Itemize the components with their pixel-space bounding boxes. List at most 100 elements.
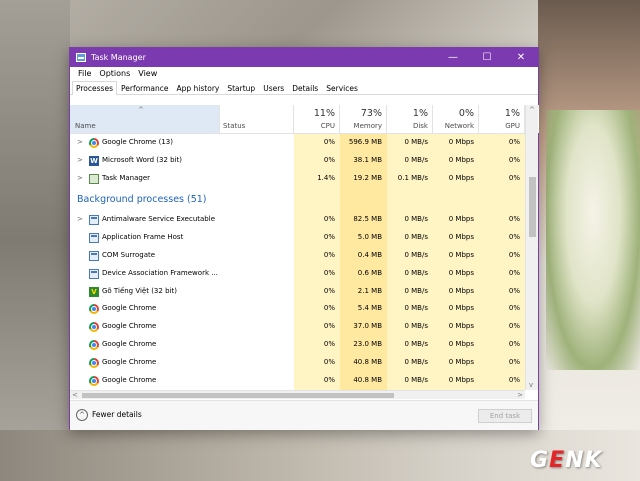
process-name-cell: > Antimalware Service Executable [70, 211, 220, 229]
task-manager-icon [89, 173, 99, 184]
expand-chevron-icon[interactable]: > [77, 152, 83, 170]
process-gpu-cell: 0% [508, 268, 520, 277]
process-name: Google Chrome [102, 304, 157, 313]
tab-performance[interactable]: Performance [117, 81, 173, 94]
process-disk-cell: 0 MB/s [404, 286, 428, 295]
tab-users[interactable]: Users [259, 81, 288, 94]
scroll-right-icon[interactable]: > [517, 391, 523, 400]
process-memory-cell: 38.1 MB [353, 155, 382, 164]
process-row[interactable]: > Google Chrome (13) 0% 596.9 MB 0 MB/s 0 Mbp… [70, 134, 525, 152]
status-column-header[interactable]: Status [220, 105, 294, 133]
menu-file[interactable]: File [74, 69, 95, 78]
process-row[interactable]: V Gõ Tiếng Việt (32 bit) 0% 2.1 MB 0 MB/s 0 M… [70, 283, 525, 301]
scroll-left-icon[interactable]: < [72, 391, 78, 400]
process-disk-cell: 0 MB/s [404, 251, 428, 259]
process-row[interactable]: Google Chrome 0% 37.0 MB 0 MB/s 0 Mbps 0% [70, 318, 525, 336]
process-name: Google Chrome [102, 322, 157, 331]
vertical-scroll-thumb[interactable] [529, 177, 536, 237]
process-name-cell: > W Microsoft Word (32 bit) [70, 152, 220, 170]
process-cpu-cell: 0% [323, 286, 335, 295]
process-cpu-cell: 0% [323, 155, 335, 164]
expand-chevron-icon[interactable]: > [77, 170, 83, 188]
process-gpu-cell: 0% [508, 322, 520, 331]
process-network-cell: 0 Mbps [448, 173, 474, 182]
chevron-up-circle-icon[interactable]: ^ [76, 409, 88, 421]
title-bar[interactable]: Task Manager — ☐ ✕ [70, 48, 538, 67]
menu-view[interactable]: View [134, 69, 161, 78]
process-cpu-cell: 0% [323, 357, 335, 366]
window-title: Task Manager [91, 53, 146, 62]
process-disk-cell: 0 MB/s [404, 155, 428, 164]
vertical-scrollbar[interactable]: ^ v [525, 105, 538, 390]
cpu-column-header[interactable]: 11% CPU [294, 105, 340, 133]
process-cpu-cell: 1.4% [317, 173, 335, 182]
process-name-cell: Application Frame Host [70, 229, 220, 247]
process-row[interactable]: Google Chrome 0% 5.4 MB 0 MB/s 0 Mbps 0% [70, 300, 525, 318]
process-row[interactable]: COM Surrogate 0% 0.4 MB 0 MB/s 0 Mbps 0% [70, 247, 525, 265]
process-memory-cell: 0.6 MB [357, 268, 382, 277]
process-name: Antimalware Service Executable [102, 215, 216, 224]
menu-bar: File Options View [70, 67, 538, 80]
network-column-header[interactable]: 0% Network [433, 105, 479, 133]
minimize-button[interactable]: — [436, 48, 470, 67]
process-name-cell: Google Chrome [70, 300, 220, 318]
process-name: Task Manager [102, 173, 151, 182]
process-memory-cell: 0.4 MB [357, 251, 382, 259]
process-row[interactable]: Google Chrome 0% 23.0 MB 0 MB/s 0 Mbps 0% [70, 336, 525, 354]
process-network-cell: 0 Mbps [448, 251, 474, 259]
horizontal-scrollbar[interactable]: < > [70, 390, 525, 399]
tab-startup[interactable]: Startup [223, 81, 259, 94]
sort-up-icon: ^ [138, 106, 144, 114]
process-network-cell: 0 Mbps [448, 138, 474, 146]
tab-services[interactable]: Services [322, 81, 362, 94]
process-name: Application Frame Host [102, 233, 184, 242]
process-disk-cell: 0 MB/s [404, 268, 428, 277]
process-gpu-cell: 0% [508, 233, 520, 242]
name-column-header[interactable]: ^ Name [70, 105, 220, 133]
process-disk-cell: 0.1 MB/s [397, 173, 428, 182]
process-disk-cell: 0 MB/s [404, 340, 428, 348]
process-row[interactable]: > Antimalware Service Executable 0% 82.5 MB… [70, 211, 525, 229]
chrome-icon [89, 357, 99, 368]
expand-chevron-icon[interactable]: > [77, 134, 83, 152]
wallpaper-left [0, 0, 70, 481]
disk-column-header[interactable]: 1% Disk [387, 105, 433, 133]
process-name-cell: Google Chrome [70, 372, 220, 390]
maximize-button[interactable]: ☐ [470, 48, 504, 67]
process-row[interactable]: > Task Manager 1.4% 19.2 MB 0.1 MB/s 0 Mbps 0% [70, 170, 525, 188]
process-memory-cell: 37.0 MB [353, 322, 382, 331]
gpu-column-header[interactable]: 1% GPU [479, 105, 525, 133]
scroll-down-icon[interactable]: v [529, 381, 533, 389]
menu-options[interactable]: Options [95, 69, 134, 78]
process-network-cell: 0 Mbps [448, 268, 474, 277]
process-disk-cell: 0 MB/s [404, 375, 428, 384]
process-network-cell: 0 Mbps [448, 233, 474, 242]
horizontal-scroll-thumb[interactable] [82, 393, 394, 398]
process-name-cell: > Task Manager [70, 170, 220, 188]
close-button[interactable]: ✕ [504, 48, 538, 67]
process-row[interactable]: Device Association Framework ... 0% 0.6 MB… [70, 265, 525, 283]
process-name-cell: > Google Chrome (13) [70, 134, 220, 152]
process-name-cell: Google Chrome [70, 354, 220, 372]
process-disk-cell: 0 MB/s [404, 322, 428, 331]
process-gpu-cell: 0% [508, 375, 520, 384]
process-row[interactable]: > W Microsoft Word (32 bit) 0% 38.1 MB 0 MB/s… [70, 152, 525, 170]
process-row[interactable]: Google Chrome 0% 40.8 MB 0 MB/s 0 Mbps 0% [70, 354, 525, 372]
background-processes-group-header[interactable]: Background processes (51) [70, 188, 525, 210]
chrome-icon [89, 375, 99, 386]
fewer-details-link[interactable]: Fewer details [92, 410, 142, 419]
expand-chevron-icon[interactable]: > [77, 211, 83, 229]
end-task-button[interactable]: End task [478, 409, 532, 423]
process-gpu-cell: 0% [508, 251, 520, 259]
process-cpu-cell: 0% [323, 340, 335, 348]
tab-details[interactable]: Details [288, 81, 322, 94]
process-memory-cell: 40.8 MB [353, 375, 382, 384]
process-row[interactable]: Google Chrome 0% 40.8 MB 0 MB/s 0 Mbps 0% [70, 372, 525, 390]
tab-processes[interactable]: Processes [72, 81, 117, 95]
tab-app-history[interactable]: App history [173, 81, 224, 94]
task-manager-app-icon [76, 53, 86, 62]
process-row[interactable]: Application Frame Host 0% 5.0 MB 0 MB/s 0 Mb… [70, 229, 525, 247]
scroll-up-icon[interactable]: ^ [529, 106, 535, 114]
app-frame-icon [89, 268, 99, 279]
memory-column-header[interactable]: 73% Memory [340, 105, 387, 133]
